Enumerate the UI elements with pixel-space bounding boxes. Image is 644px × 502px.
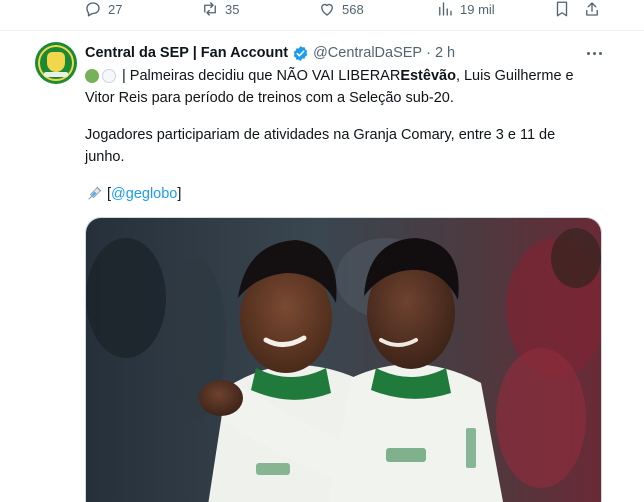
repost-count: 35	[225, 1, 240, 17]
views-count: 19 mil	[460, 1, 495, 17]
author-avatar[interactable]	[35, 42, 77, 84]
player-name-bold: Estêvão	[400, 68, 456, 84]
like-count: 568	[342, 1, 364, 17]
reply-count: 27	[108, 1, 123, 17]
views-button[interactable]: 19 mil	[436, 0, 495, 18]
tweet-header: Central da SEP | Fan Account @CentralDaS…	[85, 44, 455, 62]
tweet-source-line: [@geglobo]	[85, 183, 605, 205]
header-separator: ·	[426, 45, 431, 61]
author-handle[interactable]: @CentralDaSEP	[313, 45, 422, 61]
reply-icon	[86, 2, 100, 17]
previous-tweet-action-bar: 27 35 568 19 mil	[0, 0, 644, 26]
line1-pre: | Palmeiras decidiu que NÃO VAI LIBERAR	[122, 68, 401, 84]
avatar-band	[44, 72, 68, 77]
reply-button[interactable]: 27	[84, 0, 122, 18]
green-circle-icon	[85, 69, 99, 83]
author-name[interactable]: Central da SEP | Fan Account	[85, 45, 288, 61]
tweet-photo[interactable]	[85, 217, 602, 502]
repost-icon	[204, 2, 216, 16]
syringe-icon	[88, 186, 102, 200]
source-link[interactable]: @geglobo	[111, 183, 177, 205]
heart-icon	[321, 3, 333, 16]
bookmark-button[interactable]	[553, 0, 571, 18]
more-icon	[586, 51, 590, 55]
views-icon	[439, 2, 452, 16]
avatar-crest	[47, 52, 65, 72]
line1-post: , Luis Guilherme e	[455, 68, 574, 84]
tweet-text-line-1: | Palmeiras decidiu que NÃO VAI LIBERAR …	[85, 65, 605, 87]
like-button[interactable]: 568	[318, 0, 364, 18]
tweet-text-line-3: Jogadores participariam de atividades na…	[85, 127, 556, 143]
source-bracket-close: ]	[177, 186, 182, 202]
tweet-text-line-4: junho.	[85, 149, 125, 165]
repost-button[interactable]: 35	[201, 0, 239, 18]
tweet-divider	[0, 30, 644, 31]
white-circle-icon	[102, 69, 116, 83]
tweet-timestamp[interactable]: 2 h	[435, 45, 455, 61]
verified-badge-icon	[293, 45, 308, 61]
more-options-button[interactable]	[583, 44, 605, 62]
share-icon	[586, 2, 598, 16]
share-button[interactable]	[583, 0, 601, 18]
tweet-text-line-2: Vitor Reis para período de treinos com a…	[85, 90, 454, 106]
bookmark-icon	[556, 1, 568, 17]
players-photo	[86, 218, 601, 502]
